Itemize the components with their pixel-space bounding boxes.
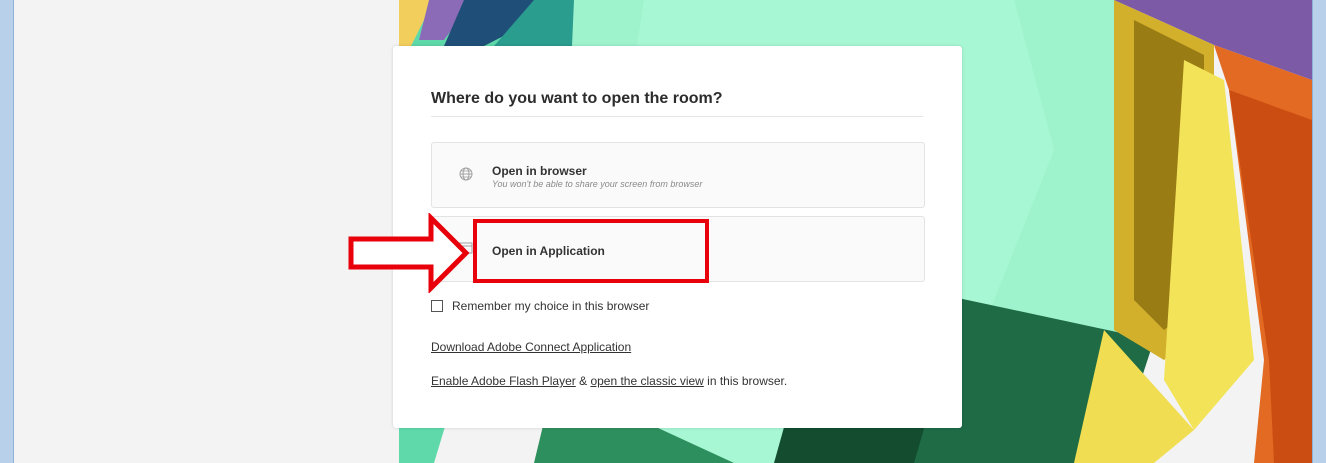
open-in-application-label: Open in Application [492, 244, 605, 258]
page-viewport: Where do you want to open the room? Open… [14, 0, 1312, 463]
open-in-browser-subtitle: You won't be able to share your screen f… [492, 179, 703, 189]
open-in-browser-option[interactable]: Open in browser You won't be able to sha… [431, 142, 925, 208]
download-application-link[interactable]: Download Adobe Connect Application [431, 340, 631, 354]
remember-choice-row[interactable]: Remember my choice in this browser [431, 299, 649, 313]
flash-joiner: & [575, 374, 591, 388]
download-line: Download Adobe Connect Application [431, 340, 631, 354]
browser-window: Where do you want to open the room? Open… [0, 0, 1326, 463]
flash-suffix: in this browser. [703, 374, 788, 388]
title-divider [431, 116, 923, 117]
remember-choice-checkbox[interactable] [431, 300, 443, 312]
window-frame-left [0, 0, 14, 463]
open-room-dialog: Where do you want to open the room? Open… [393, 46, 962, 428]
open-in-application-option[interactable]: Open in Application [431, 216, 925, 282]
open-in-browser-label: Open in browser [492, 164, 587, 178]
flash-line: Enable Adobe Flash Player & open the cla… [431, 374, 787, 388]
remember-choice-label: Remember my choice in this browser [452, 299, 650, 313]
dialog-title: Where do you want to open the room? [431, 90, 723, 107]
enable-flash-link[interactable]: Enable Adobe Flash Player [431, 374, 576, 388]
globe-icon [458, 167, 474, 183]
classic-view-link[interactable]: open the classic view [590, 374, 703, 388]
window-frame-right [1312, 0, 1326, 463]
application-icon [458, 241, 474, 257]
